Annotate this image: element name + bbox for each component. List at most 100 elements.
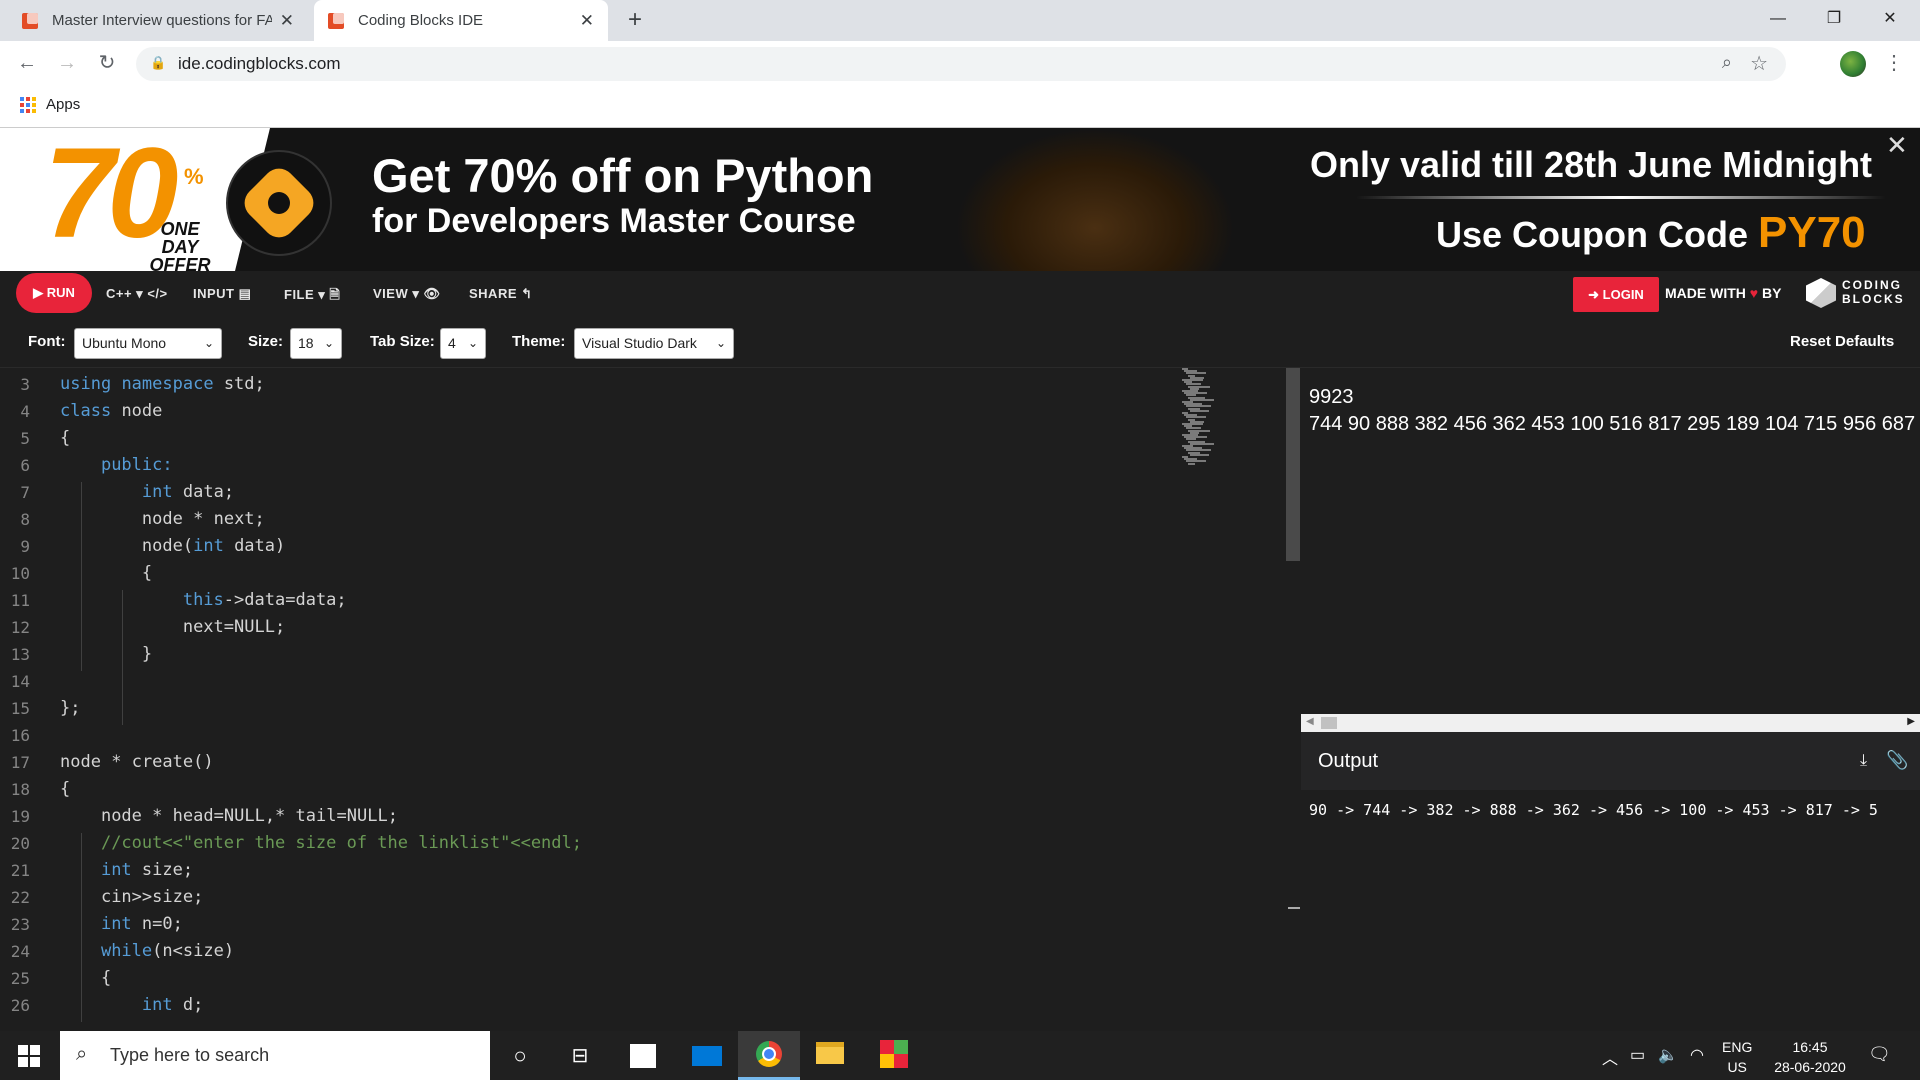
line-number: 19 — [10, 807, 30, 826]
language-menu[interactable]: C++ ▾ </> — [106, 286, 168, 302]
chevron-down-icon: ⌄ — [467, 336, 478, 350]
close-window-button[interactable]: ✕ — [1862, 0, 1918, 41]
show-hidden-icons-icon[interactable]: ︿ — [1602, 1045, 1618, 1069]
editor-minimap[interactable] — [1178, 368, 1218, 468]
download-icon[interactable]: ⤓ — [1860, 752, 1867, 770]
code-line[interactable]: int size; — [60, 860, 193, 880]
chrome-taskbar-button[interactable] — [738, 1031, 800, 1080]
code-line[interactable]: node * create() — [60, 752, 214, 772]
browser-menu-icon[interactable]: ⋮ — [1884, 50, 1904, 75]
back-icon[interactable]: ← — [14, 50, 40, 76]
url-text[interactable]: ide.codingblocks.com — [178, 54, 341, 74]
code-line[interactable]: next=NULL; — [60, 617, 285, 637]
code-line[interactable]: { — [60, 779, 70, 799]
scrollbar-thumb[interactable] — [1321, 717, 1337, 729]
store-icon[interactable] — [630, 1044, 656, 1068]
theme-select-value: Visual Studio Dark — [582, 335, 697, 351]
promo-banner[interactable]: 70 % ONE DAY OFFER Get 70% off on Python… — [0, 128, 1920, 271]
apps-grid-icon[interactable] — [20, 97, 36, 113]
battery-icon[interactable]: ▭ — [1630, 1045, 1645, 1065]
code-line[interactable]: { — [60, 968, 111, 988]
close-tab-icon[interactable]: ✕ — [280, 11, 294, 31]
editor-settings-bar — [0, 316, 1920, 368]
line-number: 13 — [10, 645, 30, 664]
system-clock[interactable]: 16:45 28-06-2020 — [1770, 1037, 1850, 1077]
code-line[interactable]: node * next; — [60, 509, 265, 529]
input-horizontal-scrollbar[interactable]: ◀ ▶ — [1301, 714, 1920, 732]
code-line[interactable]: int n=0; — [60, 914, 183, 934]
login-button[interactable]: ➜ LOGIN — [1573, 277, 1659, 312]
code-line[interactable]: //cout<<"enter the size of the linklist"… — [60, 833, 582, 853]
tab-interview-questions[interactable]: Master Interview questions for FA ✕ — [8, 0, 308, 41]
tab-coding-blocks-ide[interactable]: Coding Blocks IDE ✕ — [314, 0, 608, 41]
theme-label: Theme: — [512, 333, 566, 350]
new-tab-button[interactable]: + — [620, 6, 650, 36]
code-line[interactable]: { — [60, 563, 152, 583]
wifi-icon[interactable]: ◠ — [1690, 1045, 1704, 1065]
volume-icon[interactable]: 🔈 — [1658, 1045, 1678, 1065]
theme-select[interactable]: Visual Studio Dark ⌄ — [574, 328, 734, 359]
scroll-left-icon[interactable]: ◀ — [1306, 716, 1314, 727]
share-button[interactable]: SHARE ↰ — [469, 286, 533, 302]
scroll-right-icon[interactable]: ▶ — [1907, 716, 1915, 727]
code-line[interactable]: while(n<size) — [60, 941, 234, 961]
restore-button[interactable]: ❐ — [1806, 0, 1862, 41]
task-view-icon[interactable]: ⊟ — [562, 1040, 598, 1072]
size-select[interactable]: 18 ⌄ — [290, 328, 342, 359]
code-line[interactable]: } — [60, 644, 152, 664]
minimap-line — [1190, 398, 1214, 401]
attach-icon[interactable]: 📎 — [1886, 750, 1908, 771]
offer-percent: % — [184, 164, 204, 189]
coding-blocks-logo[interactable]: CODING BLOCKS — [1806, 276, 1904, 312]
input-line: 9923 — [1309, 386, 1354, 408]
profile-avatar[interactable] — [1840, 51, 1866, 77]
code-line[interactable]: int data; — [60, 482, 234, 502]
line-number: 22 — [10, 888, 30, 907]
close-banner-icon[interactable]: ✕ — [1886, 132, 1908, 158]
bookmark-apps[interactable]: Apps — [46, 96, 80, 113]
zoom-icon[interactable]: ⌕ — [1722, 52, 1732, 73]
editor-scrollbar[interactable] — [1286, 368, 1300, 561]
tab-title: Master Interview questions for FA — [52, 12, 272, 29]
font-select[interactable]: Ubuntu Mono ⌄ — [74, 328, 222, 359]
search-icon: ⌕ — [76, 1043, 88, 1065]
windows-start-icon[interactable] — [18, 1045, 40, 1067]
language-indicator[interactable]: ENG US — [1722, 1037, 1752, 1077]
code-line[interactable]: { — [60, 428, 70, 448]
indent-guide — [81, 833, 82, 1022]
minimap-line — [1190, 409, 1209, 412]
file-menu[interactable]: FILE ▾ 🗎 — [284, 286, 340, 308]
banner-subtitle: for Developers Master Course — [372, 202, 856, 240]
address-bar[interactable]: 🔒 ide.codingblocks.com ⌕ ☆ — [136, 47, 1786, 81]
code-line[interactable]: }; — [60, 698, 80, 718]
minimize-button[interactable]: — — [1750, 0, 1806, 41]
codingblocks-favicon — [22, 12, 38, 29]
offer-label: ONE DAY OFFER — [149, 219, 211, 271]
codeblocks-app-icon[interactable] — [880, 1040, 908, 1068]
reload-icon[interactable]: ↻ — [94, 50, 120, 76]
cortana-icon[interactable]: ○ — [502, 1040, 538, 1072]
file-explorer-icon[interactable] — [816, 1042, 844, 1064]
notifications-icon[interactable]: 🗨 — [1868, 1044, 1891, 1065]
code-line[interactable]: class node — [60, 401, 162, 421]
code-line[interactable]: public: — [60, 455, 173, 475]
font-label: Font: — [28, 333, 66, 350]
close-tab-icon[interactable]: ✕ — [580, 11, 594, 31]
input-pane[interactable]: 9923 744 90 888 382 456 362 453 100 516 8… — [1301, 368, 1920, 714]
reset-defaults-button[interactable]: Reset Defaults — [1790, 333, 1894, 350]
code-line[interactable]: node(int data) — [60, 536, 285, 556]
forward-icon[interactable]: → — [54, 50, 80, 76]
code-editor[interactable]: 3 using namespace std; 4 class node 5 {6 publ… — [0, 368, 1287, 1031]
code-line[interactable]: node * head=NULL,* tail=NULL; — [60, 806, 398, 826]
chevron-down-icon: ⌄ — [715, 336, 726, 350]
taskbar-search[interactable]: ⌕ Type here to search — [60, 1031, 490, 1080]
code-line[interactable]: using namespace std; — [60, 374, 265, 394]
tab-size-select[interactable]: 4 ⌄ — [440, 328, 486, 359]
run-button[interactable]: ▶ RUN — [16, 273, 92, 313]
code-line[interactable]: this->data=data; — [60, 590, 347, 610]
chevron-down-icon: ⌄ — [203, 336, 214, 350]
input-toggle[interactable]: INPUT ▤ — [193, 286, 251, 302]
bookmark-star-icon[interactable]: ☆ — [1750, 51, 1768, 76]
mail-icon[interactable] — [692, 1046, 722, 1066]
view-menu[interactable]: VIEW ▾ 👁 — [373, 286, 440, 302]
